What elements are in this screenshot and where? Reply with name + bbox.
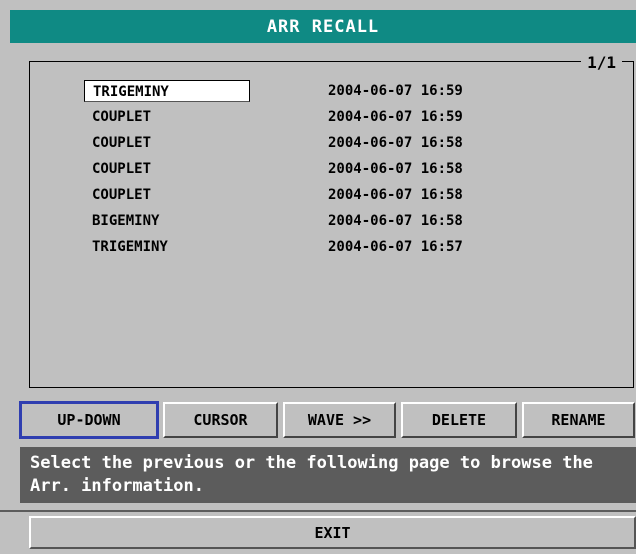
- record-row[interactable]: COUPLET 2004-06-07 16:58: [84, 158, 554, 184]
- record-row[interactable]: COUPLET 2004-06-07 16:59: [84, 106, 554, 132]
- exit-button[interactable]: EXIT: [29, 516, 636, 549]
- divider: [0, 510, 636, 512]
- record-type: BIGEMINY: [92, 213, 160, 229]
- record-type: COUPLET: [92, 135, 152, 151]
- record-time: 2004-06-07 16:58: [328, 213, 463, 229]
- window-title: ARR RECALL: [10, 10, 636, 43]
- record-type: COUPLET: [92, 161, 152, 177]
- rename-button[interactable]: RENAME: [522, 402, 635, 438]
- record-row[interactable]: COUPLET 2004-06-07 16:58: [84, 184, 554, 210]
- record-type: COUPLET: [92, 109, 152, 125]
- page-indicator: 1/1: [581, 53, 622, 72]
- record-time: 2004-06-07 16:58: [328, 135, 463, 151]
- record-row[interactable]: TRIGEMINY 2004-06-07 16:59: [84, 80, 554, 106]
- record-list: TRIGEMINY 2004-06-07 16:59 COUPLET 2004-…: [84, 80, 554, 262]
- cursor-button[interactable]: CURSOR: [163, 402, 278, 438]
- record-time: 2004-06-07 16:59: [328, 83, 463, 99]
- up-down-button[interactable]: UP-DOWN: [19, 401, 159, 439]
- record-time: 2004-06-07 16:57: [328, 239, 463, 255]
- record-time: 2004-06-07 16:58: [328, 187, 463, 203]
- help-message: Select the previous or the following pag…: [20, 447, 636, 503]
- record-type: TRIGEMINY: [92, 239, 168, 255]
- wave-button[interactable]: WAVE >>: [283, 402, 396, 438]
- arr-recall-dialog: ARR RECALL 1/1 TRIGEMINY 2004-06-07 16:5…: [0, 0, 636, 554]
- record-type: COUPLET: [92, 187, 152, 203]
- delete-button[interactable]: DELETE: [401, 402, 517, 438]
- record-row[interactable]: TRIGEMINY 2004-06-07 16:57: [84, 236, 554, 262]
- record-time: 2004-06-07 16:58: [328, 161, 463, 177]
- record-time: 2004-06-07 16:59: [328, 109, 463, 125]
- record-type: TRIGEMINY: [84, 80, 250, 102]
- record-row[interactable]: COUPLET 2004-06-07 16:58: [84, 132, 554, 158]
- record-row[interactable]: BIGEMINY 2004-06-07 16:58: [84, 210, 554, 236]
